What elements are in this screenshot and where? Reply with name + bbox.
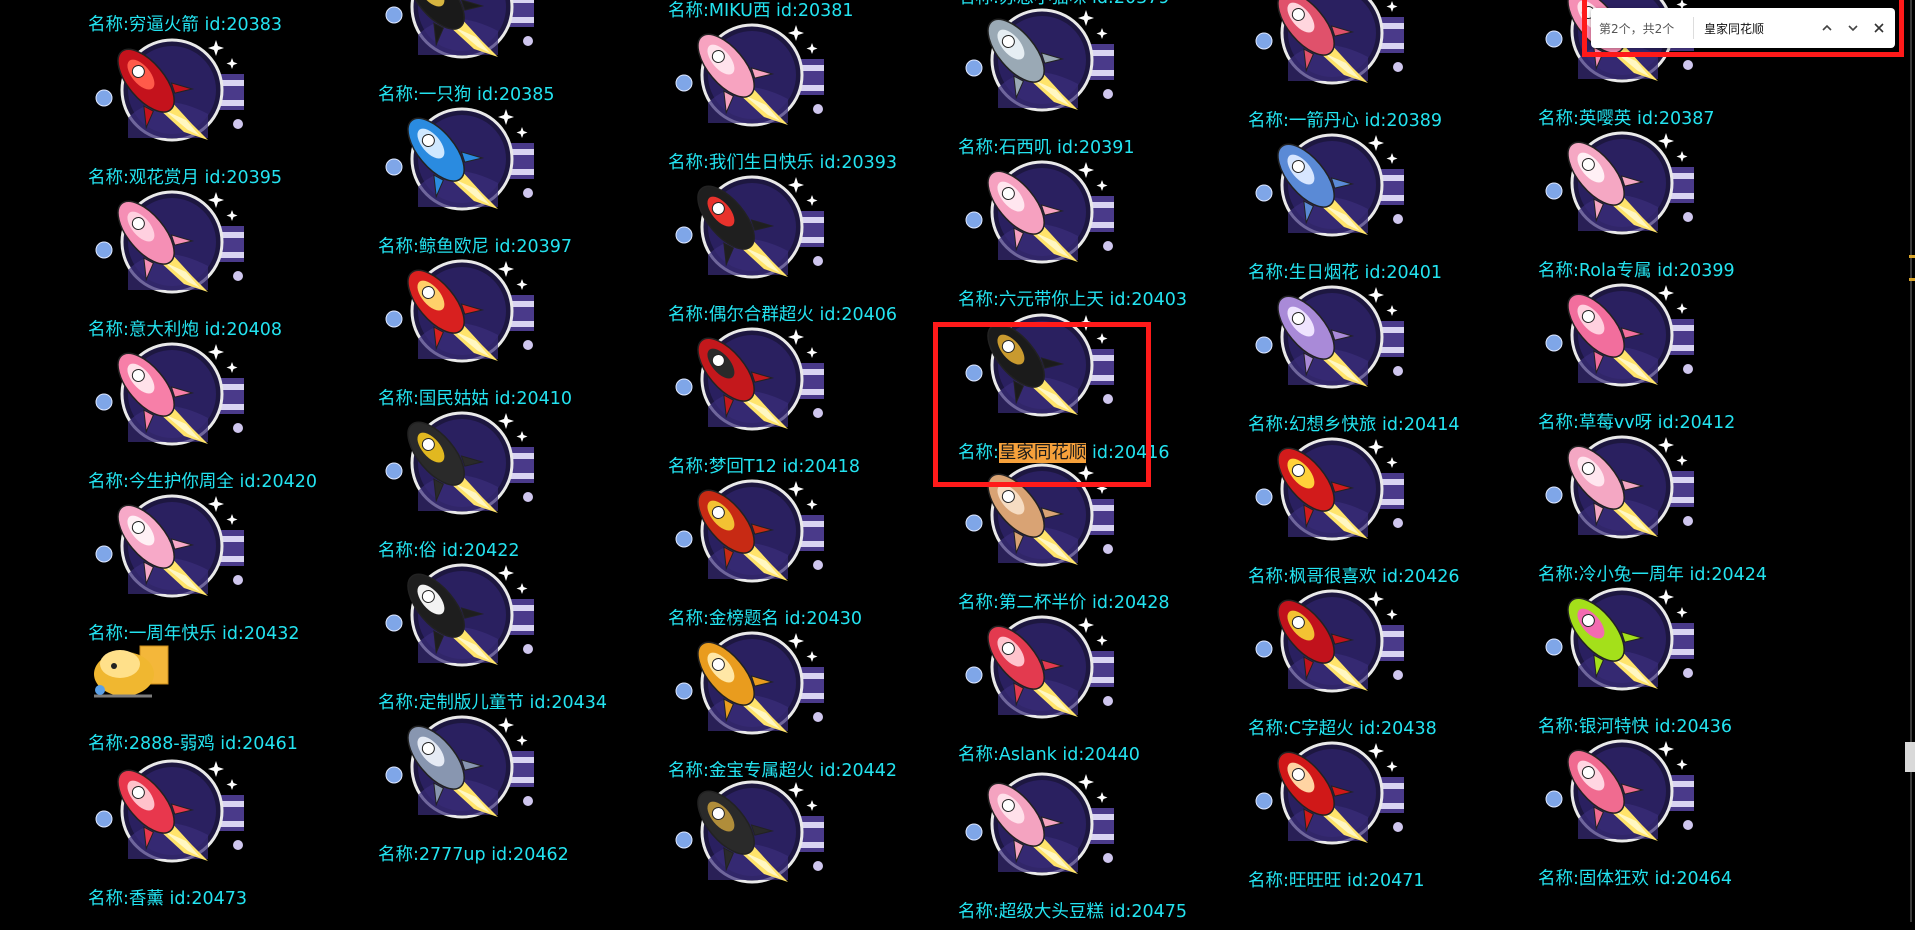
rocket-item[interactable]: 名称:Rola专属 id:20399 xyxy=(1538,121,1798,281)
rocket-item[interactable]: 名称:2777up id:20462 xyxy=(378,705,638,865)
scrollbar-match-marker xyxy=(1909,278,1915,281)
find-bar: 第2个，共2个 xyxy=(1591,8,1895,48)
rocket-item[interactable]: 名称:枫哥很喜欢 id:20426 xyxy=(1248,427,1508,587)
rocket-item[interactable]: 名称:定制版儿童节 id:20434 xyxy=(378,553,638,713)
rocket-name-label: 名称:2777up id:20462 xyxy=(378,845,569,865)
rocket-item[interactable]: 名称:一只狗 id:20385 xyxy=(378,0,638,105)
rocket-item[interactable]: 名称:石西叽 id:20391 xyxy=(958,0,1218,158)
close-icon[interactable] xyxy=(1866,15,1892,41)
vertical-scrollbar[interactable] xyxy=(1905,0,1915,922)
rocket-item[interactable]: 名称:我们生日快乐 id:20393 xyxy=(668,13,928,173)
rocket-item[interactable]: 名称:冷小兔一周年 id:20424 xyxy=(1538,425,1798,585)
rocket-item[interactable]: 名称:意大利炮 id:20408 xyxy=(88,180,348,340)
rocket-item[interactable]: 名称:超级大头豆糕 id:20475 xyxy=(958,762,1218,922)
rocket-name-label: 名称:固体狂欢 id:20464 xyxy=(1538,869,1732,889)
rocket-item[interactable]: 名称:皇家同花顺 id:20416 xyxy=(958,303,1218,463)
rocket-item[interactable] xyxy=(668,770,928,930)
rocket-item[interactable]: 名称:银河特快 id:20436 xyxy=(1538,577,1798,737)
rocket-item[interactable]: 名称:国民姑姑 id:20410 xyxy=(378,249,638,409)
rocket-item[interactable]: 名称:金宝专属超火 id:20442 xyxy=(668,621,928,781)
rocket-item[interactable]: 名称:2888-弱鸡 id:20461 xyxy=(88,594,348,754)
find-match-count: 第2个，共2个 xyxy=(1599,21,1675,36)
rocket-item[interactable]: 名称:旺旺旺 id:20471 xyxy=(1248,731,1508,891)
rocket-item[interactable]: 名称:观花赏月 id:20395 xyxy=(88,28,348,188)
rocket-item[interactable]: 名称:第二杯半价 id:20428 xyxy=(958,453,1218,613)
rocket-item[interactable]: 名称:六元带你上天 id:20403 xyxy=(958,150,1218,310)
chevron-down-icon[interactable] xyxy=(1840,15,1866,41)
rocket-item[interactable]: 名称:金榜题名 id:20430 xyxy=(668,469,928,629)
rocket-item[interactable]: 名称:Aslank id:20440 xyxy=(958,605,1218,765)
rocket-gallery: 名称:穷逼火箭 id:20383 名称:观花赏月 id:20395 名称:意大利… xyxy=(0,0,1915,922)
rocket-item[interactable]: 名称:鲸鱼欧尼 id:20397 xyxy=(378,97,638,257)
rocket-name-label: 名称:香薰 id:20473 xyxy=(88,889,247,909)
rocket-item[interactable]: 名称:今生护你周全 id:20420 xyxy=(88,332,348,492)
rocket-item[interactable]: 名称:草莓vv呀 id:20412 xyxy=(1538,273,1798,433)
find-bar-separator xyxy=(1693,17,1694,39)
rocket-item[interactable]: 名称:幻想乡快旅 id:20414 xyxy=(1248,275,1508,435)
rocket-item[interactable]: 名称:生日烟花 id:20401 xyxy=(1248,123,1508,283)
rocket-item[interactable]: 名称:C字超火 id:20438 xyxy=(1248,579,1508,739)
rocket-item[interactable]: 名称:俗 id:20422 xyxy=(378,401,638,561)
find-input[interactable] xyxy=(1704,21,1814,35)
scrollbar-thumb[interactable] xyxy=(1905,742,1915,772)
rocket-item[interactable]: 名称:固体狂欢 id:20464 xyxy=(1538,729,1798,889)
rocket-item[interactable]: 名称:梦回T12 id:20418 xyxy=(668,317,928,477)
scrollbar-track[interactable] xyxy=(1910,0,1912,922)
rocket-name-label: 名称:超级大头豆糕 id:20475 xyxy=(958,902,1187,922)
rocket-name-label: 名称:旺旺旺 id:20471 xyxy=(1248,871,1425,891)
rocket-item[interactable]: 名称:偶尔合群超火 id:20406 xyxy=(668,165,928,325)
rocket-item[interactable]: 名称:香薰 id:20473 xyxy=(88,749,348,909)
scrollbar-match-marker xyxy=(1909,255,1915,258)
chevron-up-icon[interactable] xyxy=(1814,15,1840,41)
rocket-item[interactable]: 名称:一箭丹心 id:20389 xyxy=(1248,0,1508,131)
